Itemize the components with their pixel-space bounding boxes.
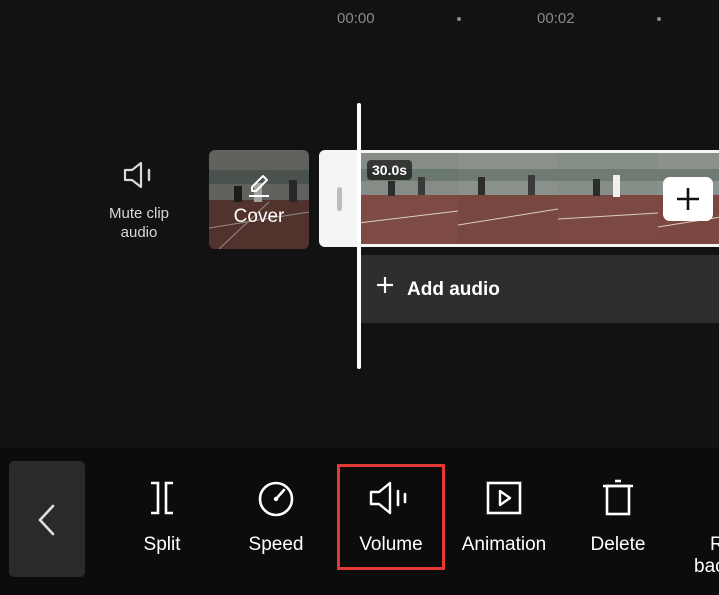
cover-button[interactable]: Cover <box>209 150 309 249</box>
cover-label: Cover <box>233 206 285 227</box>
volume-button[interactable]: Volume <box>345 478 437 568</box>
mute-label-line2: audio <box>120 224 158 241</box>
speed-button[interactable]: Speed <box>236 478 316 568</box>
delete-label: Delete <box>590 534 646 555</box>
speaker-icon <box>123 161 151 189</box>
clip-frame <box>557 153 659 244</box>
add-audio-button[interactable]: Add audio <box>361 255 719 323</box>
trim-grip <box>337 187 342 211</box>
add-clip-button[interactable] <box>663 177 713 221</box>
animation-button[interactable]: Animation <box>455 478 553 568</box>
speedometer-icon <box>258 481 294 517</box>
time-marker: 00:02 <box>537 10 575 27</box>
delete-button[interactable]: Delete <box>582 478 654 568</box>
mute-clip-audio-button[interactable]: Mute clip audio <box>95 160 183 242</box>
back-button[interactable] <box>9 461 85 577</box>
time-marker: 00:00 <box>337 10 375 27</box>
clip-duration-badge: 30.0s <box>367 160 413 180</box>
plus-icon <box>677 188 699 210</box>
playhead[interactable] <box>357 103 361 369</box>
trash-icon <box>603 479 633 516</box>
ruler-dot <box>457 17 461 21</box>
partial-tool-button[interactable]: R bac <box>690 534 719 578</box>
split-label: Split <box>143 534 181 555</box>
split-button[interactable]: Split <box>130 478 194 568</box>
mute-label-line1: Mute clip <box>108 205 170 222</box>
partial-tool-label-line2: bac <box>694 556 719 577</box>
volume-label: Volume <box>359 534 423 555</box>
animation-label: Animation <box>461 534 547 555</box>
ruler-dot <box>657 17 661 21</box>
plus-icon <box>377 277 393 293</box>
timeline-ruler[interactable]: 00:00 00:02 <box>0 0 719 40</box>
play-box-icon <box>486 481 522 515</box>
edit-pencil-icon <box>249 175 269 197</box>
cover-overlay <box>209 150 309 249</box>
clip-trim-handle[interactable] <box>319 150 361 247</box>
volume-icon <box>369 481 407 515</box>
clip-frame <box>457 153 559 244</box>
partial-tool-label-line1: R <box>710 534 719 555</box>
add-audio-label: Add audio <box>407 279 500 300</box>
split-icon <box>151 481 173 515</box>
speed-label: Speed <box>248 534 304 555</box>
chevron-left-icon <box>38 504 55 536</box>
